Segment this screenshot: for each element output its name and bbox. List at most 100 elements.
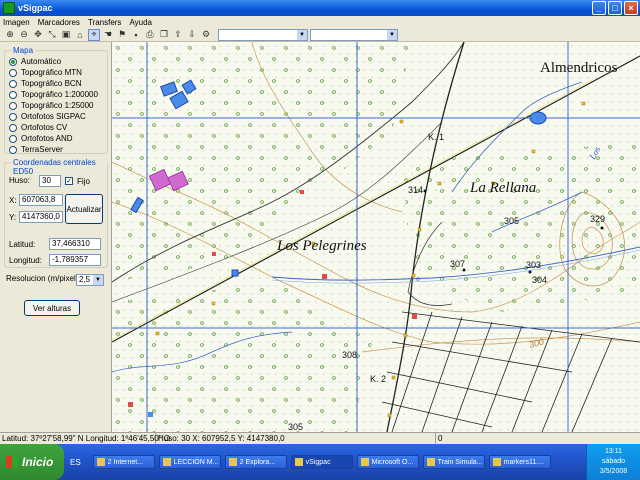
longitud-label: Longitud:: [9, 256, 42, 265]
radio-terraserver[interactable]: TerraServer: [9, 145, 63, 154]
task-train-simulator[interactable]: Train Simula...: [422, 455, 485, 469]
map-view[interactable]: Almendricos La Rellana Los Pelegrines K.…: [112, 42, 640, 432]
x-input[interactable]: 607063,8: [19, 194, 63, 206]
task-markers[interactable]: markers11....: [488, 455, 551, 469]
map-label-k2: K. 2: [370, 374, 386, 384]
elevation-303: 303: [526, 260, 541, 270]
clock-time[interactable]: 13:11: [587, 447, 640, 457]
coords-legend: Coordenadas centrales ED50: [11, 158, 107, 176]
radio-label: Topográfico MTN: [21, 68, 82, 77]
actualizar-button[interactable]: Actualizar: [65, 194, 103, 224]
elevation-305-b: 305: [288, 422, 303, 432]
start-label: Inicio: [22, 455, 54, 469]
latitud-label: Latitud:: [9, 240, 36, 249]
radio-label: Ortofotos SIGPAC: [21, 112, 86, 121]
menu-ayuda[interactable]: Ayuda: [129, 18, 152, 27]
taskbar: Inicio ES 2 Internet... LECCIÓN M... 2 E…: [0, 444, 640, 480]
task-label: LECCIÓN M...: [173, 458, 219, 466]
task-label: vSigpac: [305, 458, 331, 466]
latitud-input[interactable]: 37,466310: [49, 238, 101, 250]
task-leccion[interactable]: LECCIÓN M...: [158, 455, 221, 469]
elevation-304: 304: [532, 275, 547, 285]
menu-transfers[interactable]: Transfers: [88, 18, 122, 27]
save-icon[interactable]: ▪: [130, 29, 142, 41]
layer-combo[interactable]: ▼: [218, 28, 308, 41]
task-explorer[interactable]: 2 Explora...: [224, 455, 287, 469]
fijo-checkbox[interactable]: ✓: [65, 177, 73, 185]
radio-ortofotos-cv[interactable]: Ortofotos CV: [9, 123, 67, 132]
start-button[interactable]: Inicio: [0, 444, 64, 480]
window-controls: _ □ ×: [592, 1, 638, 15]
zoom-out-icon[interactable]: ⊖: [18, 29, 30, 41]
status-latlon: Latitud: 37º27'58,99" N Longitud: 1º46'4…: [2, 432, 171, 445]
menu-marcadores[interactable]: Marcadores: [38, 18, 80, 27]
task-label: Microsoft O...: [371, 458, 414, 466]
train-icon: [426, 458, 435, 466]
task-label: markers11....: [503, 458, 544, 466]
system-tray: 13:11 sábado 3/5/2008: [586, 444, 640, 480]
resolucion-select[interactable]: 2,5 ▼: [76, 274, 104, 286]
home-icon[interactable]: ⌂: [74, 29, 86, 41]
windows-logo-icon: [6, 456, 18, 468]
chevron-down-icon: ▼: [297, 29, 307, 40]
measure-icon[interactable]: ⤡: [46, 29, 58, 41]
copy-icon[interactable]: ❐: [158, 29, 170, 41]
radio-icon: [9, 145, 17, 154]
settings-icon[interactable]: ⚙: [200, 29, 212, 41]
language-indicator[interactable]: ES: [70, 458, 81, 467]
side-panel: Mapa Automático Topográfico MTN Topográf…: [0, 42, 112, 432]
elevation-307: 307: [450, 259, 465, 269]
radio-topografico-bcn[interactable]: Topográfico BCN: [9, 79, 81, 88]
search-combo[interactable]: ▼: [310, 28, 398, 41]
radio-label: Ortofotos CV: [21, 123, 68, 132]
x-label: X:: [9, 196, 17, 205]
print-icon[interactable]: ⎙: [144, 29, 156, 41]
marker-icon[interactable]: ⚑: [116, 29, 128, 41]
task-vsigpac[interactable]: vSigpac: [290, 455, 353, 469]
task-microsoft-office[interactable]: Microsoft O...: [356, 455, 419, 469]
chevron-down-icon: ▼: [387, 29, 397, 40]
close-button[interactable]: ×: [624, 1, 638, 15]
radio-icon: [9, 57, 17, 66]
radio-icon: [9, 90, 17, 99]
radio-topografico-25000[interactable]: Topográfico 1:25000: [9, 101, 94, 110]
huso-input[interactable]: 30: [39, 175, 61, 187]
coords-group: Coordenadas centrales ED50 Huso: 30 ✓ Fi…: [4, 158, 108, 268]
radio-ortofotos-sigpac[interactable]: Ortofotos SIGPAC: [9, 112, 86, 121]
resolucion-value: 2,5: [79, 275, 91, 284]
radio-icon: [9, 101, 17, 110]
toolbar: ⊕ ⊖ ✥ ⤡ ▣ ⌂ ⌖ ☚ ⚑ ▪ ⎙ ❐ ⇪ ⇩ ⚙ ▼ ▼: [0, 28, 640, 42]
radio-automatico[interactable]: Automático: [9, 57, 61, 66]
clock-day: sábado: [602, 458, 625, 465]
zoom-window-icon[interactable]: ▣: [60, 29, 72, 41]
select-icon[interactable]: ⌖: [88, 28, 100, 41]
radio-ortofotos-and[interactable]: Ortofotos AND: [9, 134, 73, 143]
map-label-los-pelegrines: Los Pelegrines: [276, 238, 367, 254]
radio-label: TerraServer: [21, 145, 63, 154]
maximize-button[interactable]: □: [608, 1, 622, 15]
resolucion-label: Resolucion (m/pixel): [6, 274, 79, 283]
elevation-314: 314: [408, 185, 423, 195]
task-internet[interactable]: 2 Internet...: [92, 455, 155, 469]
map-label-la-rellana: La Rellana: [469, 180, 536, 196]
mapa-group: Mapa Automático Topográfico MTN Topográf…: [4, 46, 108, 154]
hand-icon[interactable]: ☚: [102, 29, 114, 41]
radio-topografico-200000[interactable]: Topográfico 1:200000: [9, 90, 98, 99]
radio-label: Topográfico 1:25000: [21, 101, 94, 110]
menu-imagen[interactable]: Imagen: [3, 18, 30, 27]
radio-icon: [9, 68, 17, 77]
y-input[interactable]: 4147360,0: [19, 211, 63, 223]
longitud-input[interactable]: -1,789357: [49, 254, 101, 266]
elevation-329: 329: [590, 214, 605, 224]
export-icon[interactable]: ⇪: [172, 29, 184, 41]
ver-alturas-button[interactable]: Ver alturas: [24, 300, 80, 316]
minimize-button[interactable]: _: [592, 1, 606, 15]
pan-icon[interactable]: ✥: [32, 29, 44, 41]
status-value: 0: [438, 433, 443, 443]
zoom-in-icon[interactable]: ⊕: [4, 29, 16, 41]
radio-topografico-mtn[interactable]: Topográfico MTN: [9, 68, 82, 77]
menu-bar: Imagen Marcadores Transfers Ayuda: [0, 16, 640, 28]
window-title: vSigpac: [18, 3, 53, 13]
clock-date: 3/5/2008: [599, 468, 628, 475]
import-icon[interactable]: ⇩: [186, 29, 198, 41]
